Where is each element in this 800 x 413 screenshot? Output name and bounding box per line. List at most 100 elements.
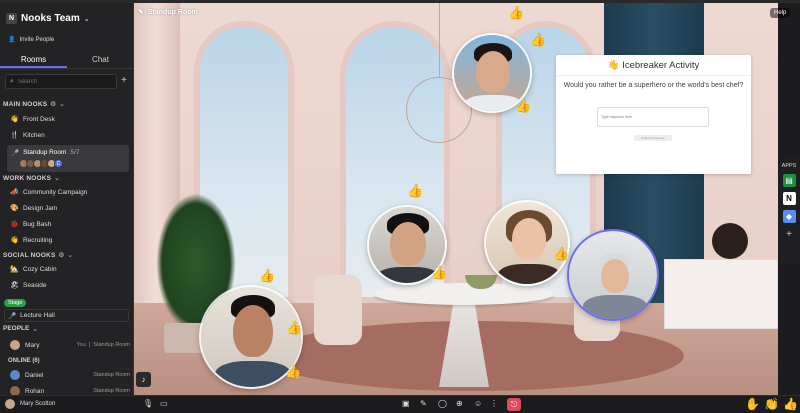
room-label: Lecture Hall [20, 312, 55, 319]
thumbs-up-icon[interactable]: 👍 [783, 397, 798, 411]
body [498, 264, 560, 284]
leave-room-button[interactable]: ⎋ [507, 398, 521, 411]
thumbs-up-icon: 👍 [407, 183, 424, 198]
invite-people-button[interactable]: 👤 Invite People [8, 36, 55, 44]
room-standup-active[interactable]: 🎤 Standup Room 5/7 C [7, 145, 129, 172]
room-community-campaign[interactable]: 📣 Community Campaign [10, 188, 87, 197]
avatar [10, 370, 20, 380]
bottom-bar: Mary Scotton 🎙 ▭ ▣ ✎ ◯ ⊕ ☺ ⋮ ⎋ ✋ 👏 👍 [0, 395, 800, 413]
add-person-icon[interactable]: ⊕ [456, 399, 463, 408]
cabin-icon: 🏡 [10, 266, 19, 273]
person-room: Standup Room [93, 388, 130, 394]
room-label: Design Jam [23, 204, 58, 212]
chevron-down-icon[interactable]: ⌄ [59, 100, 65, 108]
tab-rooms[interactable]: Rooms [0, 51, 67, 68]
screen-share-icon[interactable]: ▣ [402, 399, 410, 408]
invite-people-label: Invite People [19, 36, 55, 43]
pencil-icon[interactable]: ✎ [138, 8, 144, 16]
microphone-icon[interactable]: 🎙 [143, 399, 153, 408]
section-title: SOCIAL NOOKS [3, 251, 56, 259]
video-bubble-speaking[interactable] [567, 229, 659, 321]
room-front-desk[interactable]: 👋 Front Desk [10, 115, 55, 124]
room-seaside[interactable]: 🏖 Seaside [10, 281, 47, 290]
person-room: Standup Room [93, 342, 130, 348]
video-bubble[interactable] [484, 200, 570, 286]
thumbs-up-icon: 👍 [508, 5, 525, 20]
person-meta: You | Standup Room [76, 342, 130, 348]
music-icon[interactable]: ♪ [136, 372, 151, 387]
help-button[interactable]: Help [770, 8, 791, 18]
person-daniel[interactable]: Daniel Standup Room [10, 370, 130, 380]
person-name: Daniel [25, 371, 44, 379]
clapping-hands-icon[interactable]: 👏 [764, 397, 779, 411]
sidebar: N Nooks Team ⌄ 👤 Invite People Rooms Cha… [0, 3, 134, 396]
cube-icon[interactable]: ◆ [782, 210, 796, 223]
room-cozy-cabin[interactable]: 🏡 Cozy Cabin [10, 265, 57, 274]
chat-icon[interactable]: ◯ [438, 399, 447, 408]
body [215, 361, 291, 387]
table-top [374, 283, 554, 305]
person-name: Rohan [25, 387, 45, 395]
plus-icon[interactable]: + [783, 228, 796, 241]
room-label: Seaside [23, 281, 47, 289]
room-title: Standup Room [147, 8, 198, 16]
you-label: You [76, 342, 86, 348]
room-label: Front Desk [23, 115, 55, 123]
response-input[interactable] [597, 107, 709, 127]
room-kitchen[interactable]: 🍴 Kitchen [10, 131, 45, 140]
room-title-bar: ✎ Standup Room [138, 8, 198, 17]
emoji-icon[interactable]: ☺ [474, 399, 482, 408]
person-me[interactable]: Mary You | Standup Room [10, 340, 130, 350]
vase [712, 223, 748, 259]
search-box: ⌕ [5, 74, 117, 89]
section-title: PEOPLE [3, 325, 30, 332]
section-work-nooks[interactable]: WORK NOOKS ⌄ [3, 174, 60, 183]
more-icon[interactable]: ⋮ [490, 399, 498, 408]
avatar [10, 340, 20, 350]
divider [556, 75, 751, 76]
room-label: Recruiting [23, 236, 53, 244]
submit-response-button[interactable]: Submit Response [634, 135, 672, 141]
chevron-down-icon[interactable]: ⌄ [68, 251, 74, 259]
room-occupancy: 5/7 [70, 149, 80, 156]
gear-icon[interactable]: ⚙ [58, 251, 64, 259]
room-lecture-hall[interactable]: 🎤 Lecture Hall [4, 309, 129, 322]
notion-icon[interactable]: N [782, 192, 796, 205]
chevron-down-icon[interactable]: ⌄ [54, 174, 60, 182]
thumbs-up-icon: 👍 [259, 268, 276, 283]
thumbs-up-icon: 👍 [530, 32, 547, 47]
face [390, 222, 426, 266]
tab-chat[interactable]: Chat [67, 51, 134, 68]
search-input[interactable] [17, 78, 108, 85]
gear-icon[interactable]: ⚙ [50, 100, 56, 108]
team-switcher[interactable]: N Nooks Team ⌄ [6, 13, 90, 24]
section-main-nooks[interactable]: MAIN NOOKS ⚙ ⌄ [3, 100, 65, 109]
camera-icon[interactable]: ▭ [160, 399, 168, 408]
room-label: Bug Bash [23, 220, 52, 228]
room-bug-bash[interactable]: 🐞 Bug Bash [10, 220, 52, 229]
apps-rail: APPS ▤ N ◆ + [778, 158, 800, 263]
room-label: Standup Room [23, 149, 67, 156]
wave-icon: 👋 [10, 116, 19, 123]
body [377, 267, 439, 283]
stage-badge: Stage [4, 299, 27, 307]
face [601, 259, 629, 293]
online-heading: ONLINE (6) [8, 358, 40, 364]
current-user[interactable]: Mary Scotton [5, 399, 55, 409]
add-room-button[interactable]: + [121, 75, 127, 86]
sidebar-tabs: Rooms Chat [0, 51, 134, 69]
sheets-icon[interactable]: ▤ [782, 174, 796, 187]
body [583, 295, 647, 319]
chevron-down-icon[interactable]: ⌄ [32, 325, 37, 333]
section-social-nooks[interactable]: SOCIAL NOOKS ⚙ ⌄ [3, 251, 74, 260]
whiteboard-icon[interactable]: ✎ [420, 399, 427, 408]
room-design-jam[interactable]: 🎨 Design Jam [10, 204, 58, 213]
raised-hand-icon[interactable]: ✋ [745, 397, 760, 411]
section-people[interactable]: PEOPLE ⌄ [3, 325, 38, 333]
room-recruiting[interactable]: 👋 Recruiting [10, 236, 53, 245]
add-person-icon: 👤 [8, 37, 16, 43]
seaside-icon: 🏖 [10, 282, 19, 289]
thumbs-up-icon: 👍 [515, 98, 532, 113]
nooks-app: N Nooks Team ⌄ 👤 Invite People Rooms Cha… [0, 0, 800, 413]
person-room: Standup Room [93, 372, 130, 378]
